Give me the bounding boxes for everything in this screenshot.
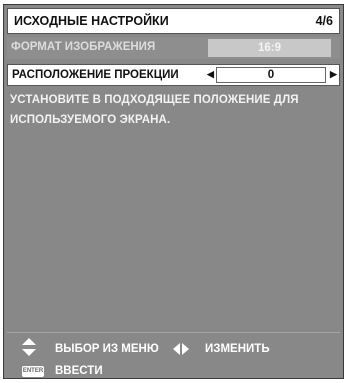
menu-row-aspect[interactable]: ФОРМАТ ИЗОБРАЖЕНИЯ 16:9 xyxy=(7,37,340,59)
menu-title: ИСХОДНЫЕ НАСТРОЙКИ xyxy=(14,14,169,28)
footer-change-label: ИЗМЕНИТЬ xyxy=(205,343,270,355)
footer-enter-label: ВВЕСТИ xyxy=(55,365,103,377)
description-line: УСТАНОВИТЕ В ПОДХОДЯЩЕЕ ПОЛОЖЕНИЕ ДЛЯ xyxy=(10,94,299,106)
description-text: УСТАНОВИТЕ В ПОДХОДЯЩЕЕ ПОЛОЖЕНИЕ ДЛЯ ИС… xyxy=(10,90,335,130)
osd-menu-panel: ИСХОДНЫЕ НАСТРОЙКИ 4/6 ФОРМАТ ИЗОБРАЖЕНИ… xyxy=(3,4,344,379)
footer-divider xyxy=(7,332,340,333)
menu-row-label: РАСПОЛОЖЕНИЕ ПРОЕКЦИИ xyxy=(12,69,179,81)
arrow-left-icon[interactable]: ◀ xyxy=(207,69,214,80)
description-line: ИСПОЛЬЗУЕМОГО ЭКРАНА. xyxy=(10,114,171,126)
aspect-value: 16:9 xyxy=(208,39,331,57)
menu-header: ИСХОДНЫЕ НАСТРОЙКИ 4/6 xyxy=(7,8,340,34)
page-indicator: 4/6 xyxy=(315,14,333,28)
enter-key-icon: ENTER xyxy=(22,366,44,377)
arrow-right-icon[interactable]: ▶ xyxy=(330,69,337,80)
footer-select-label: ВЫБОР ИЗ МЕНЮ xyxy=(55,343,159,355)
left-right-arrows-icon xyxy=(173,342,189,360)
projection-position-value[interactable]: 0 xyxy=(216,67,326,83)
up-down-arrows-icon xyxy=(22,338,36,356)
menu-row-label: ФОРМАТ ИЗОБРАЖЕНИЯ xyxy=(11,41,156,53)
menu-row-projection-position[interactable]: РАСПОЛОЖЕНИЕ ПРОЕКЦИИ ◀ 0 ▶ xyxy=(7,64,340,86)
